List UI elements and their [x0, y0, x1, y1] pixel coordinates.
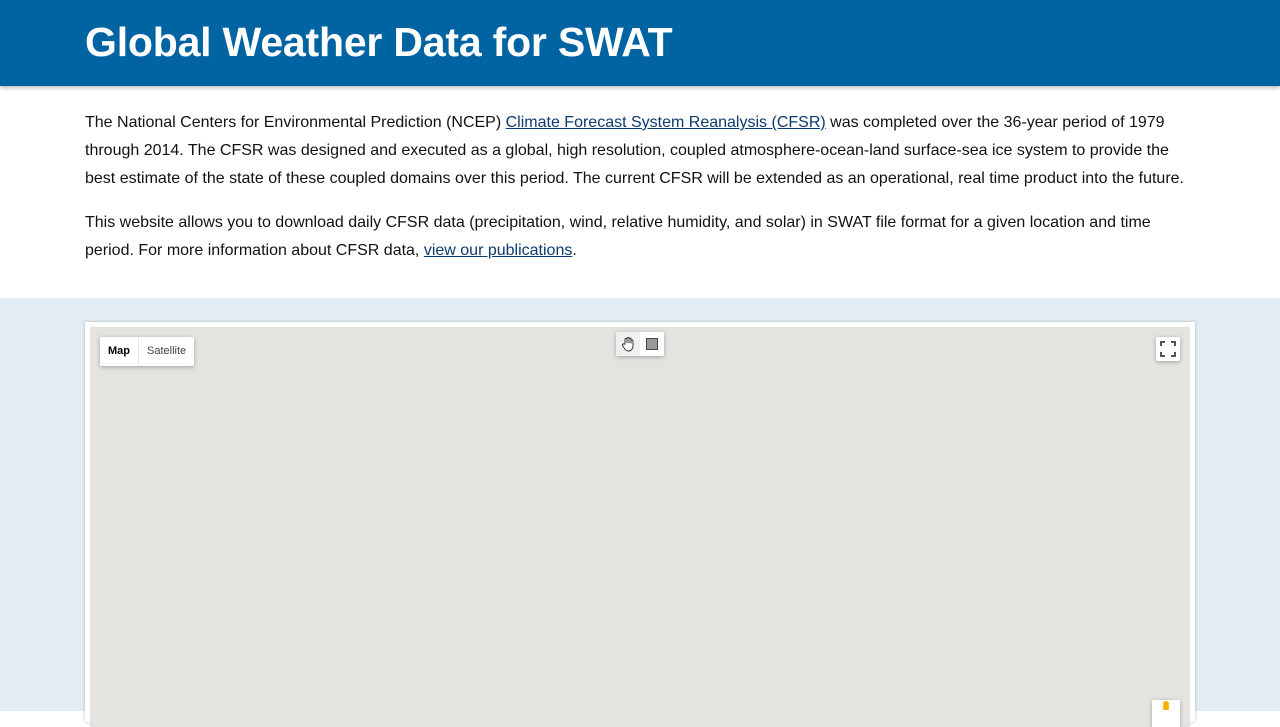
intro-text: The National Centers for Environmental P… [85, 109, 1200, 281]
map-canvas[interactable]: Map Satellite [90, 327, 1190, 727]
map-section: Map Satellite [0, 298, 1280, 727]
map-type-control: Map Satellite [100, 337, 195, 366]
map-type-satellite-button[interactable]: Satellite [139, 337, 194, 366]
map-frame: Map Satellite [85, 322, 1195, 727]
cfsr-link[interactable]: Climate Forecast System Reanalysis (CFSR… [506, 114, 826, 131]
intro-p2-text-end: . [572, 242, 577, 259]
rectangle-icon[interactable] [640, 332, 664, 356]
map-type-map-button[interactable]: Map [100, 337, 139, 366]
publications-link[interactable]: view our publications [424, 242, 573, 259]
pegman-icon[interactable] [1152, 700, 1180, 727]
page-header: Global Weather Data for SWAT [0, 0, 1280, 86]
page-title: Global Weather Data for SWAT [85, 19, 673, 65]
hand-icon[interactable] [616, 332, 640, 356]
drawing-toolbar [616, 332, 664, 356]
intro-p1-text-start: The National Centers for Environmental P… [85, 114, 506, 131]
intro-p2-text-start: This website allows you to download dail… [85, 214, 1151, 259]
intro-paragraph-2: This website allows you to download dail… [85, 209, 1200, 265]
fullscreen-icon[interactable] [1156, 337, 1180, 361]
intro-paragraph-1: The National Centers for Environmental P… [85, 109, 1200, 193]
